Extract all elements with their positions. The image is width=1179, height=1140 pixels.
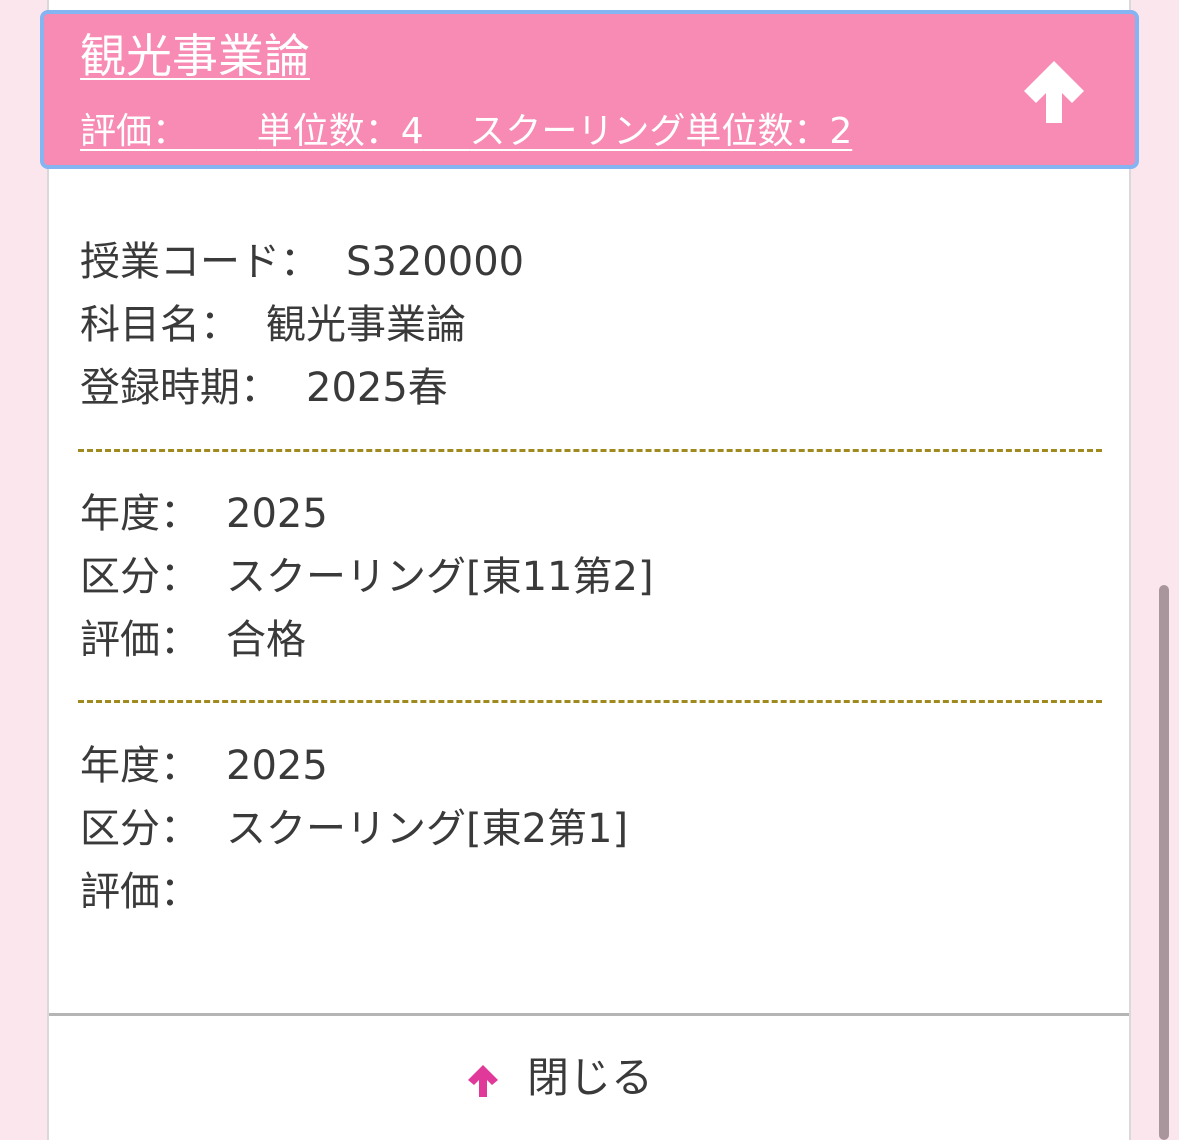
- category-value: スクーリング[東11第2]: [226, 554, 654, 600]
- evaluation-label: 評価：: [80, 617, 200, 663]
- evaluation-summary: 評価：: [80, 111, 189, 152]
- course-info: 授業コード： S320000 科目名： 観光事業論 登録時期： 2025春: [80, 231, 524, 420]
- year-value: 2025: [226, 491, 328, 537]
- course-summary: 評価： 単位数：4 スクーリング単位数：2: [80, 108, 852, 156]
- evaluation-label: 評価：: [80, 869, 200, 915]
- arrow-up-icon: [468, 1065, 498, 1097]
- schooling-units-summary: スクーリング単位数：2: [469, 111, 853, 152]
- dashed-divider: [78, 700, 1102, 703]
- course-title: 観光事業論: [80, 29, 310, 83]
- course-name-label: 科目名：: [80, 302, 240, 348]
- year-row: 年度： 2025: [80, 735, 628, 798]
- category-row: 区分： スクーリング[東2第1]: [80, 798, 628, 861]
- course-code-value: S320000: [346, 239, 525, 285]
- registration-period-value: 2025春: [306, 365, 448, 411]
- scrollbar-thumb[interactable]: [1159, 585, 1169, 1140]
- record-1: 年度： 2025 区分： スクーリング[東11第2] 評価： 合格: [80, 483, 654, 672]
- course-code-label: 授業コード：: [80, 239, 320, 285]
- course-accordion-header[interactable]: 観光事業論 評価： 単位数：4 スクーリング単位数：2: [40, 10, 1139, 169]
- year-label: 年度：: [80, 743, 200, 789]
- course-name-value: 観光事業論: [266, 302, 466, 348]
- category-row: 区分： スクーリング[東11第2]: [80, 546, 654, 609]
- record-2: 年度： 2025 区分： スクーリング[東2第1] 評価：: [80, 735, 628, 924]
- close-button[interactable]: 閉じる: [49, 1013, 1129, 1140]
- category-label: 区分：: [80, 806, 200, 852]
- dashed-divider: [78, 449, 1102, 452]
- evaluation-value: 合格: [226, 617, 306, 663]
- year-value: 2025: [226, 743, 328, 789]
- units-summary: 単位数：4: [256, 111, 424, 152]
- evaluation-row: 評価： 合格: [80, 609, 654, 672]
- registration-period-row: 登録時期： 2025春: [80, 357, 524, 420]
- evaluation-row: 評価：: [80, 861, 628, 924]
- year-label: 年度：: [80, 491, 200, 537]
- category-label: 区分：: [80, 554, 200, 600]
- course-name-row: 科目名： 観光事業論: [80, 294, 524, 357]
- category-value: スクーリング[東2第1]: [226, 806, 629, 852]
- course-code-row: 授業コード： S320000: [80, 231, 524, 294]
- arrow-up-icon[interactable]: [1022, 59, 1086, 125]
- registration-period-label: 登録時期：: [80, 365, 280, 411]
- close-label: 閉じる: [527, 1053, 654, 1102]
- year-row: 年度： 2025: [80, 483, 654, 546]
